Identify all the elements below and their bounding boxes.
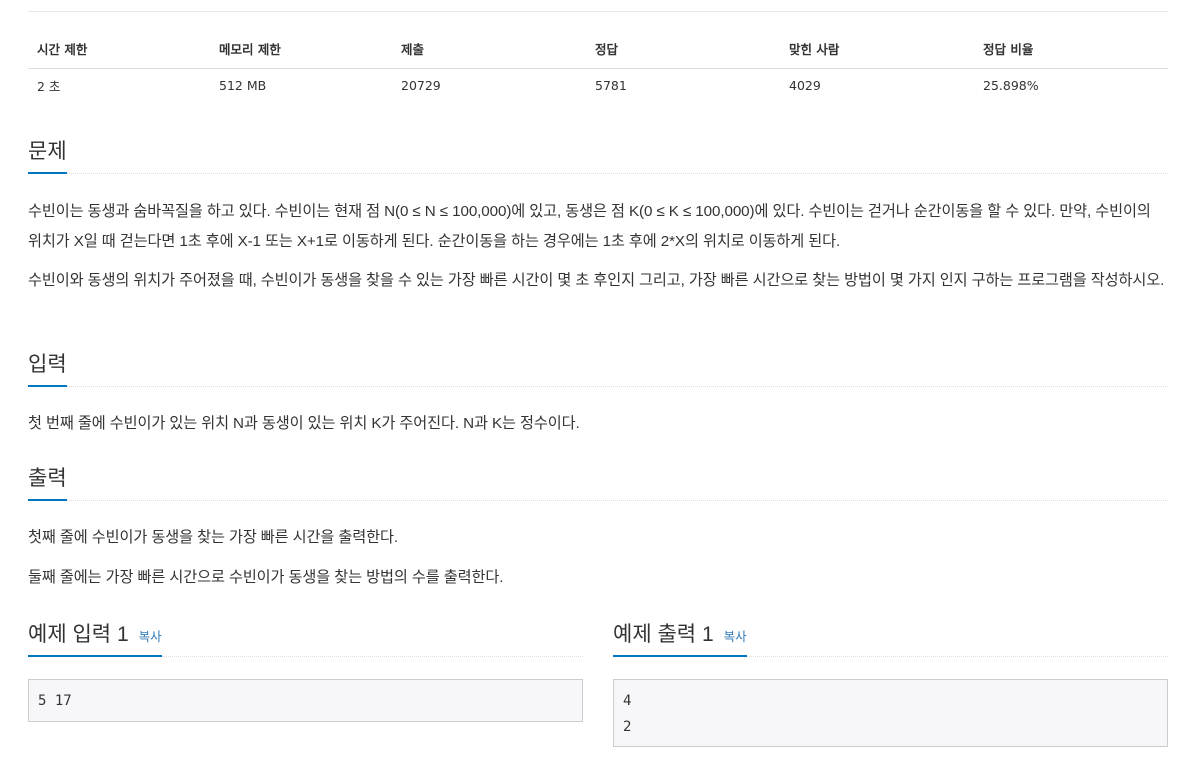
- input-section-header: 입력: [28, 348, 1168, 387]
- output-section-header: 출력: [28, 462, 1168, 501]
- sample-input-header: 예제 입력 1 복사: [28, 618, 583, 657]
- header-accept-ratio: 정답 비율: [974, 30, 1168, 69]
- sample-output-header: 예제 출력 1 복사: [613, 618, 1168, 657]
- sample-input-title: 예제 입력 1: [28, 623, 129, 646]
- input-title: 입력: [28, 348, 67, 387]
- header-solved-users: 맞힌 사람: [780, 30, 974, 69]
- problem-info-table: 시간 제한 메모리 제한 제출 정답 맞힌 사람 정답 비율 2 초 512 M…: [28, 30, 1168, 103]
- table-header-row: 시간 제한 메모리 제한 제출 정답 맞힌 사람 정답 비율: [28, 30, 1168, 69]
- top-divider: [28, 11, 1168, 12]
- header-accepted: 정답: [586, 30, 780, 69]
- output-description-2: 둘째 줄에는 가장 빠른 시간으로 수빈이가 동생을 찾는 방법의 수를 출력한…: [28, 569, 504, 586]
- header-time-limit: 시간 제한: [28, 30, 210, 69]
- header-memory-limit: 메모리 제한: [210, 30, 392, 69]
- output-title: 출력: [28, 462, 67, 501]
- sample-output-title: 예제 출력 1: [613, 623, 714, 646]
- problem-section-header: 문제: [28, 135, 1168, 174]
- sample-output-box: 4 2: [613, 679, 1168, 747]
- output-description-1: 첫째 줄에 수빈이가 동생을 찾는 가장 빠른 시간을 출력한다.: [28, 529, 399, 546]
- sample-input-copy-button[interactable]: 복사: [139, 630, 162, 644]
- value-time-limit: 2 초: [37, 79, 61, 95]
- value-solved-users: 4029: [789, 78, 821, 94]
- sample-input-box: 5 17: [28, 679, 583, 722]
- value-memory-limit: 512 MB: [219, 78, 267, 94]
- input-description: 첫 번째 줄에 수빈이가 있는 위치 N과 동생이 있는 위치 K가 주어진다.…: [28, 415, 580, 432]
- value-accepted: 5781: [595, 78, 627, 94]
- sample-output-copy-button[interactable]: 복사: [724, 630, 747, 644]
- table-row: 2 초 512 MB 20729 5781 4029 25.898%: [28, 68, 1168, 103]
- header-submissions: 제출: [392, 30, 586, 69]
- value-submissions: 20729: [401, 78, 441, 94]
- problem-description-1: 수빈이는 동생과 숨바꼭질을 하고 있다. 수빈이는 현재 점 N(0 ≤ N …: [28, 203, 1151, 250]
- problem-title: 문제: [28, 135, 67, 174]
- value-accept-ratio: 25.898%: [983, 78, 1039, 94]
- problem-description-2: 수빈이와 동생의 위치가 주어졌을 때, 수빈이가 동생을 찾을 수 있는 가장…: [28, 272, 1165, 289]
